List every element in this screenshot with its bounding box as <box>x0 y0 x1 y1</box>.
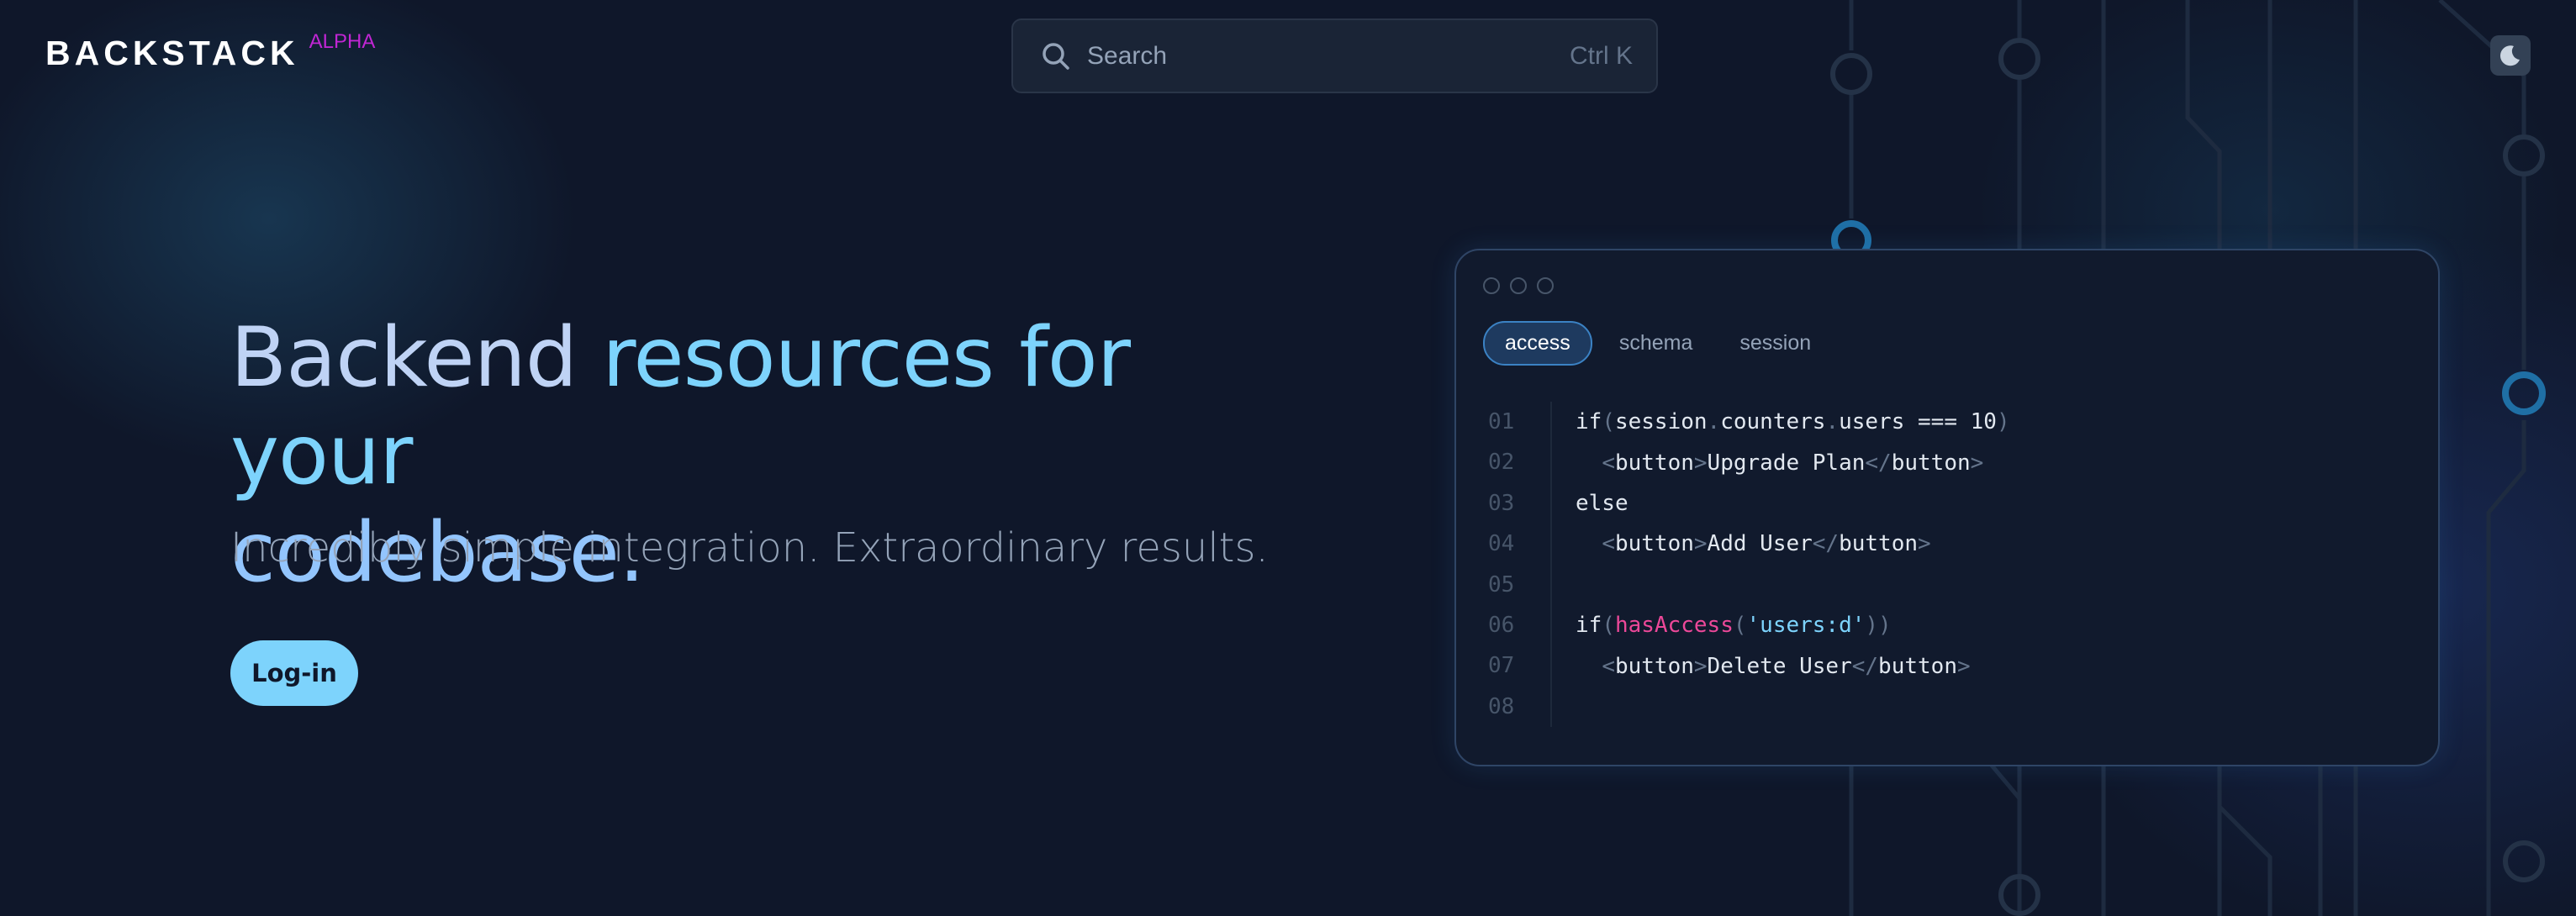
tab-session[interactable]: session <box>1719 323 1831 364</box>
code-line: 07 <button>Delete User</button> <box>1488 645 2010 687</box>
line-number: 04 <box>1488 524 1552 565</box>
line-number: 01 <box>1488 402 1552 443</box>
search-icon <box>1043 42 1069 70</box>
code-tabs: access schema session <box>1483 321 1838 366</box>
hero-subtitle: Incredibly simple integration. Extraordi… <box>230 524 1269 571</box>
brand-logo[interactable]: BACKSTACK ALPHA <box>45 30 375 73</box>
code-preview-window: access schema session 01 if(session.coun… <box>1454 249 2440 766</box>
code-text: if(session.counters.users === 10) <box>1576 409 2010 435</box>
line-number: 08 <box>1488 686 1552 728</box>
code-text: else <box>1576 490 1628 516</box>
window-dot-icon <box>1483 277 1500 294</box>
landing-page: BACKSTACK ALPHA Search Ctrl K Backend re… <box>0 0 2576 916</box>
code-text: if(hasAccess('users:d')) <box>1576 613 1892 639</box>
search-box[interactable]: Search Ctrl K <box>1011 18 1658 93</box>
theme-toggle-button[interactable] <box>2490 35 2531 76</box>
window-dot-icon <box>1510 277 1527 294</box>
tab-schema[interactable]: schema <box>1599 323 1713 364</box>
logo-text: BACKSTACK <box>45 34 299 72</box>
line-number: 03 <box>1488 482 1552 524</box>
search-shortcut-hint: Ctrl K <box>1570 41 1633 70</box>
hero-title-part1: Backend <box>230 310 603 406</box>
tab-access[interactable]: access <box>1483 321 1592 366</box>
window-dot-icon <box>1537 277 1554 294</box>
code-line: 06 if(hasAccess('users:d')) <box>1488 604 2010 646</box>
code-line: 03 else <box>1488 482 2010 524</box>
code-line: 01 if(session.counters.users === 10) <box>1488 402 2010 443</box>
line-number: 07 <box>1488 645 1552 687</box>
code-text: <button>Add User</button> <box>1602 531 1931 557</box>
moon-icon <box>2499 45 2520 66</box>
code-line: 04 <button>Add User</button> <box>1488 524 2010 565</box>
code-line: 02 <button>Upgrade Plan</button> <box>1488 442 2010 483</box>
code-line: 08 <box>1488 686 2010 728</box>
search-placeholder: Search <box>1087 41 1168 70</box>
line-number: 05 <box>1488 564 1552 605</box>
line-number: 06 <box>1488 604 1552 646</box>
code-text: <button>Upgrade Plan</button> <box>1602 450 1984 476</box>
code-text: <button>Delete User</button> <box>1602 653 1971 679</box>
alpha-badge: ALPHA <box>309 30 376 53</box>
login-button[interactable]: Log-in <box>230 640 358 706</box>
code-block: 01 if(session.counters.users === 10) 02 … <box>1488 402 2010 728</box>
line-number: 02 <box>1488 442 1552 483</box>
code-line: 05 <box>1488 564 2010 605</box>
window-controls <box>1483 277 1554 294</box>
